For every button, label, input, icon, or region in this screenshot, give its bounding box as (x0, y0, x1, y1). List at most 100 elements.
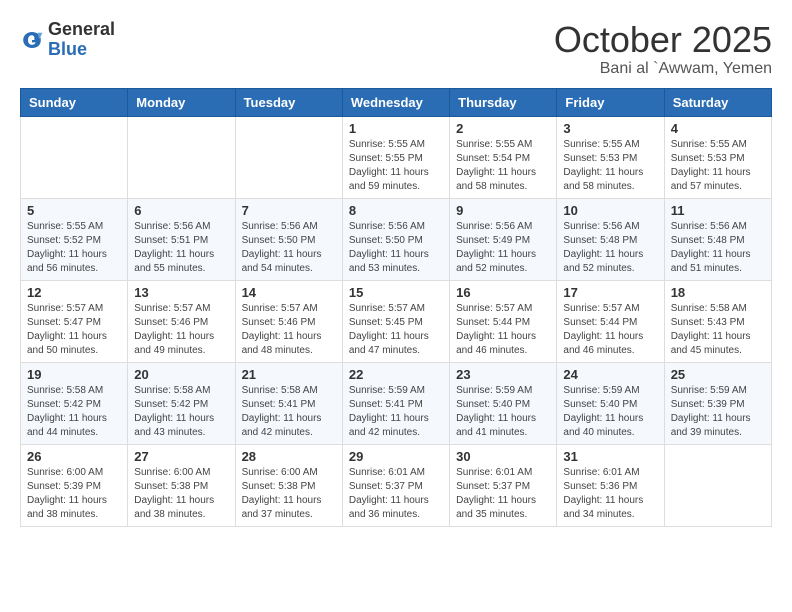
calendar-header: SundayMondayTuesdayWednesdayThursdayFrid… (21, 88, 772, 116)
calendar-cell: 3Sunrise: 5:55 AM Sunset: 5:53 PM Daylig… (557, 116, 664, 198)
day-number: 30 (456, 449, 550, 464)
day-number: 18 (671, 285, 765, 300)
day-info: Sunrise: 5:58 AM Sunset: 5:41 PM Dayligh… (242, 384, 336, 440)
day-info: Sunrise: 5:57 AM Sunset: 5:47 PM Dayligh… (27, 302, 121, 358)
calendar-cell: 1 Sunrise: 5:55 AM Sunset: 5:55 PM Daylig… (342, 116, 449, 198)
day-number: 13 (134, 285, 228, 300)
calendar-cell: 26 Sunrise: 6:00 AM Sunset: 5:39 PM Dayli… (21, 444, 128, 526)
calendar-week-2: 5Sunrise: 5:55 AM Sunset: 5:52 PM Daylig… (21, 198, 772, 280)
day-number: 26 (27, 449, 121, 464)
calendar-cell: 21 Sunrise: 5:58 AM Sunset: 5:41 PM Dayli… (235, 362, 342, 444)
calendar-cell: 23 Sunrise: 5:59 AM Sunset: 5:40 PM Dayli… (450, 362, 557, 444)
calendar-week-1: 1 Sunrise: 5:55 AM Sunset: 5:55 PM Daylig… (21, 116, 772, 198)
day-info: Sunrise: 5:59 AM Sunset: 5:39 PM Dayligh… (671, 384, 765, 440)
calendar-cell: 17 Sunrise: 5:57 AM Sunset: 5:44 PM Dayli… (557, 280, 664, 362)
day-number: 29 (349, 449, 443, 464)
day-info: Sunrise: 6:01 AM Sunset: 5:36 PM Dayligh… (563, 466, 657, 522)
calendar-cell: 15Sunrise: 5:57 AM Sunset: 5:45 PM Dayli… (342, 280, 449, 362)
day-number: 7 (242, 203, 336, 218)
calendar-cell: 5Sunrise: 5:55 AM Sunset: 5:52 PM Daylig… (21, 198, 128, 280)
day-info: Sunrise: 5:57 AM Sunset: 5:46 PM Dayligh… (134, 302, 228, 358)
day-info: Sunrise: 5:56 AM Sunset: 5:49 PM Dayligh… (456, 220, 550, 276)
day-number: 20 (134, 367, 228, 382)
day-info: Sunrise: 5:55 AM Sunset: 5:54 PM Dayligh… (456, 138, 550, 194)
weekday-header-sunday: Sunday (21, 88, 128, 116)
day-number: 2 (456, 121, 550, 136)
day-info: Sunrise: 6:01 AM Sunset: 5:37 PM Dayligh… (456, 466, 550, 522)
calendar-cell: 2 Sunrise: 5:55 AM Sunset: 5:54 PM Daylig… (450, 116, 557, 198)
day-info: Sunrise: 6:00 AM Sunset: 5:38 PM Dayligh… (134, 466, 228, 522)
day-number: 4 (671, 121, 765, 136)
day-info: Sunrise: 6:00 AM Sunset: 5:39 PM Dayligh… (27, 466, 121, 522)
day-number: 11 (671, 203, 765, 218)
calendar-week-4: 19Sunrise: 5:58 AM Sunset: 5:42 PM Dayli… (21, 362, 772, 444)
calendar-cell (235, 116, 342, 198)
day-info: Sunrise: 6:01 AM Sunset: 5:37 PM Dayligh… (349, 466, 443, 522)
logo: General Blue (20, 20, 115, 60)
day-info: Sunrise: 5:56 AM Sunset: 5:50 PM Dayligh… (349, 220, 443, 276)
day-number: 6 (134, 203, 228, 218)
day-info: Sunrise: 5:56 AM Sunset: 5:51 PM Dayligh… (134, 220, 228, 276)
day-info: Sunrise: 5:56 AM Sunset: 5:50 PM Dayligh… (242, 220, 336, 276)
day-info: Sunrise: 6:00 AM Sunset: 5:38 PM Dayligh… (242, 466, 336, 522)
weekday-header-thursday: Thursday (450, 88, 557, 116)
calendar-cell: 19Sunrise: 5:58 AM Sunset: 5:42 PM Dayli… (21, 362, 128, 444)
day-info: Sunrise: 5:57 AM Sunset: 5:46 PM Dayligh… (242, 302, 336, 358)
weekday-header-monday: Monday (128, 88, 235, 116)
title-block: October 2025 Bani al `Awwam, Yemen (554, 20, 772, 78)
day-info: Sunrise: 5:58 AM Sunset: 5:42 PM Dayligh… (134, 384, 228, 440)
calendar-week-5: 26 Sunrise: 6:00 AM Sunset: 5:39 PM Dayli… (21, 444, 772, 526)
day-number: 31 (563, 449, 657, 464)
day-number: 5 (27, 203, 121, 218)
day-info: Sunrise: 5:59 AM Sunset: 5:40 PM Dayligh… (456, 384, 550, 440)
day-info: Sunrise: 5:59 AM Sunset: 5:41 PM Dayligh… (349, 384, 443, 440)
calendar-cell: 27 Sunrise: 6:00 AM Sunset: 5:38 PM Dayli… (128, 444, 235, 526)
day-info: Sunrise: 5:55 AM Sunset: 5:53 PM Dayligh… (671, 138, 765, 194)
day-number: 9 (456, 203, 550, 218)
calendar-cell: 29 Sunrise: 6:01 AM Sunset: 5:37 PM Dayli… (342, 444, 449, 526)
calendar-cell: 7 Sunrise: 5:56 AM Sunset: 5:50 PM Daylig… (235, 198, 342, 280)
day-number: 12 (27, 285, 121, 300)
month-title: October 2025 (554, 20, 772, 60)
day-number: 27 (134, 449, 228, 464)
page-header: General Blue October 2025 Bani al `Awwam… (20, 20, 772, 78)
calendar-cell (128, 116, 235, 198)
calendar-cell (21, 116, 128, 198)
weekday-header-friday: Friday (557, 88, 664, 116)
calendar-cell: 4 Sunrise: 5:55 AM Sunset: 5:53 PM Daylig… (664, 116, 771, 198)
calendar-cell: 30 Sunrise: 6:01 AM Sunset: 5:37 PM Dayli… (450, 444, 557, 526)
weekday-header-row: SundayMondayTuesdayWednesdayThursdayFrid… (21, 88, 772, 116)
calendar-cell: 9 Sunrise: 5:56 AM Sunset: 5:49 PM Daylig… (450, 198, 557, 280)
calendar-cell: 6 Sunrise: 5:56 AM Sunset: 5:51 PM Daylig… (128, 198, 235, 280)
day-info: Sunrise: 5:59 AM Sunset: 5:40 PM Dayligh… (563, 384, 657, 440)
calendar-cell: 24 Sunrise: 5:59 AM Sunset: 5:40 PM Dayli… (557, 362, 664, 444)
calendar-cell: 8Sunrise: 5:56 AM Sunset: 5:50 PM Daylig… (342, 198, 449, 280)
weekday-header-tuesday: Tuesday (235, 88, 342, 116)
day-info: Sunrise: 5:58 AM Sunset: 5:43 PM Dayligh… (671, 302, 765, 358)
logo-text: General Blue (48, 20, 115, 60)
weekday-header-saturday: Saturday (664, 88, 771, 116)
day-info: Sunrise: 5:56 AM Sunset: 5:48 PM Dayligh… (563, 220, 657, 276)
day-number: 21 (242, 367, 336, 382)
day-number: 24 (563, 367, 657, 382)
day-number: 22 (349, 367, 443, 382)
day-info: Sunrise: 5:55 AM Sunset: 5:55 PM Dayligh… (349, 138, 443, 194)
calendar-cell: 11Sunrise: 5:56 AM Sunset: 5:48 PM Dayli… (664, 198, 771, 280)
day-info: Sunrise: 5:55 AM Sunset: 5:53 PM Dayligh… (563, 138, 657, 194)
day-number: 23 (456, 367, 550, 382)
calendar-cell: 16Sunrise: 5:57 AM Sunset: 5:44 PM Dayli… (450, 280, 557, 362)
day-number: 17 (563, 285, 657, 300)
calendar-cell: 13 Sunrise: 5:57 AM Sunset: 5:46 PM Dayli… (128, 280, 235, 362)
calendar-cell: 25Sunrise: 5:59 AM Sunset: 5:39 PM Dayli… (664, 362, 771, 444)
calendar-table: SundayMondayTuesdayWednesdayThursdayFrid… (20, 88, 772, 527)
calendar-cell: 10 Sunrise: 5:56 AM Sunset: 5:48 PM Dayli… (557, 198, 664, 280)
weekday-header-wednesday: Wednesday (342, 88, 449, 116)
calendar-cell: 20 Sunrise: 5:58 AM Sunset: 5:42 PM Dayli… (128, 362, 235, 444)
day-number: 16 (456, 285, 550, 300)
day-info: Sunrise: 5:57 AM Sunset: 5:45 PM Dayligh… (349, 302, 443, 358)
calendar-cell: 22 Sunrise: 5:59 AM Sunset: 5:41 PM Dayli… (342, 362, 449, 444)
day-number: 10 (563, 203, 657, 218)
day-number: 1 (349, 121, 443, 136)
calendar-body: 1 Sunrise: 5:55 AM Sunset: 5:55 PM Daylig… (21, 116, 772, 526)
day-info: Sunrise: 5:57 AM Sunset: 5:44 PM Dayligh… (563, 302, 657, 358)
